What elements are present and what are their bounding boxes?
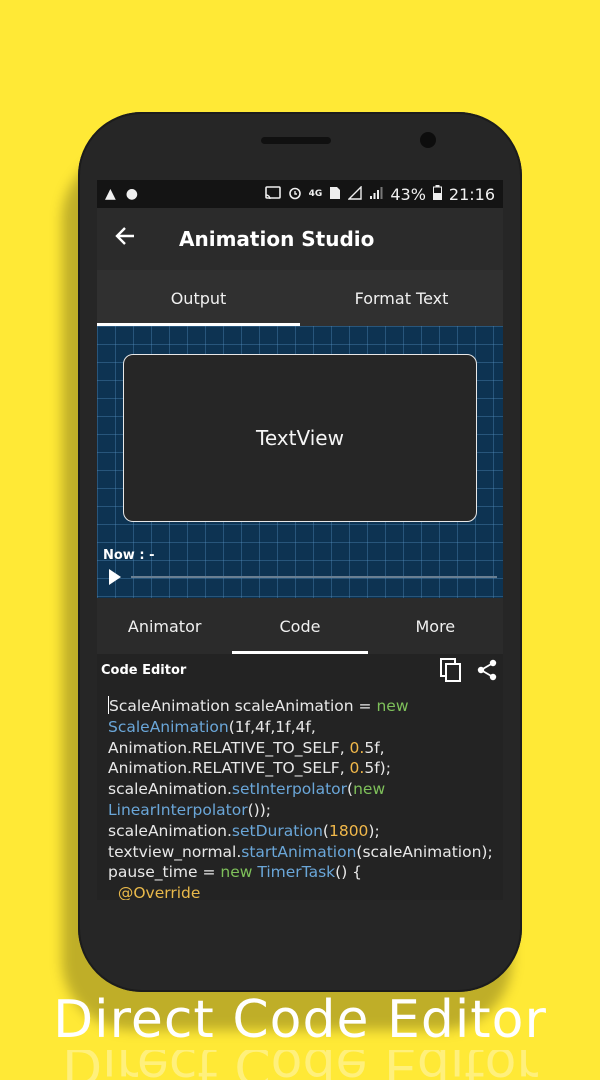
4g-icon: 4G bbox=[308, 188, 323, 199]
code-editor-header: Code Editor bbox=[97, 654, 503, 686]
code-line: pause_time = new TimerTask() { bbox=[108, 862, 493, 883]
promo-caption: Direct Code Editor bbox=[53, 990, 547, 1050]
promo-caption-reflection: Direct Code Editor bbox=[62, 1050, 538, 1080]
code-token: Animation.RELATIVE_TO_SELF, bbox=[108, 759, 350, 778]
code-token: new bbox=[353, 780, 386, 799]
code-line: @Override bbox=[108, 883, 493, 900]
battery-percent: 43% bbox=[390, 184, 426, 204]
tab-animator-label: Animator bbox=[127, 616, 202, 636]
tab-code-label: Code bbox=[279, 616, 321, 636]
code-line: ScaleAnimation scaleAnimation = new bbox=[108, 696, 493, 717]
signal-icon bbox=[369, 186, 383, 203]
code-line: Animation.RELATIVE_TO_SELF, 0.5f, bbox=[108, 738, 493, 759]
signal-empty-icon bbox=[347, 184, 363, 203]
tab-code[interactable]: Code bbox=[232, 598, 368, 654]
alarm-icon bbox=[288, 186, 302, 203]
textview-preview: TextView bbox=[123, 354, 477, 522]
textview-label: TextView bbox=[256, 426, 344, 450]
app-bar: Animation Studio bbox=[97, 208, 503, 270]
code-token: ScaleAnimation scaleAnimation = bbox=[109, 697, 377, 715]
warning-icon: ▲ bbox=[105, 186, 116, 202]
vpn-icon: ● bbox=[125, 186, 138, 202]
sim-icon bbox=[329, 186, 341, 203]
code-line: scaleAnimation.setDuration(1800); bbox=[108, 821, 493, 842]
clock: 21:16 bbox=[448, 184, 495, 204]
code-editor[interactable]: Code Editor ScaleAnimation scaleAnimatio… bbox=[97, 654, 503, 900]
output-preview: TextView Now : - bbox=[97, 326, 503, 598]
code-line: Animation.RELATIVE_TO_SELF, 0.5f); bbox=[108, 758, 493, 779]
code-token: scaleAnimation. bbox=[108, 821, 232, 840]
code-editor-title: Code Editor bbox=[101, 662, 187, 678]
seek-bar[interactable] bbox=[131, 576, 497, 578]
code-token: 5f); bbox=[364, 759, 391, 778]
code-token: 0. bbox=[349, 759, 365, 778]
app-title: Animation Studio bbox=[179, 227, 375, 251]
code-token: ScaleAnimation bbox=[108, 717, 229, 736]
code-token: startAnimation bbox=[241, 842, 357, 861]
code-token: Animation.RELATIVE_TO_SELF, bbox=[108, 738, 350, 757]
code-token: () { bbox=[335, 863, 363, 882]
code-token: (scaleAnimation); bbox=[356, 842, 493, 861]
cast-icon bbox=[264, 185, 281, 203]
code-token: @Override bbox=[108, 884, 201, 900]
tab-animator[interactable]: Animator bbox=[97, 598, 232, 654]
tab-format-text-label: Format Text bbox=[354, 288, 449, 308]
tab-output-label: Output bbox=[170, 288, 227, 308]
share-icon[interactable] bbox=[475, 658, 499, 682]
tab-more-label: More bbox=[415, 616, 456, 636]
code-token: textview_normal. bbox=[108, 842, 242, 861]
bottom-tab-bar: Animator Code More bbox=[97, 598, 503, 654]
front-camera bbox=[420, 132, 436, 148]
code-token: 1800 bbox=[328, 821, 369, 840]
code-token: pause_time = bbox=[108, 863, 221, 882]
speaker-grille bbox=[261, 137, 331, 144]
code-token: LinearInterpolator bbox=[108, 800, 248, 819]
code-token: TimerTask bbox=[257, 863, 336, 882]
play-icon[interactable] bbox=[109, 569, 121, 585]
now-label: Now : - bbox=[103, 548, 155, 563]
tab-more[interactable]: More bbox=[368, 598, 503, 654]
code-line: LinearInterpolator()); bbox=[108, 800, 493, 821]
code-token: ()); bbox=[247, 800, 271, 819]
top-tab-bar: Output Format Text bbox=[97, 270, 503, 326]
code-token: 0. bbox=[349, 738, 365, 757]
code-token: (1f,4f,1f,4f, bbox=[228, 717, 316, 736]
back-arrow-icon[interactable] bbox=[97, 225, 153, 253]
code-line: scaleAnimation.setInterpolator(new bbox=[108, 779, 493, 800]
battery-icon bbox=[432, 185, 442, 203]
code-text-area[interactable]: ScaleAnimation scaleAnimation = new Scale… bbox=[97, 686, 503, 900]
code-token: ); bbox=[368, 821, 380, 840]
code-token: setDuration bbox=[231, 821, 323, 840]
status-bar: ▲ ● 4G 43% 21:16 bbox=[97, 180, 503, 208]
code-line: ScaleAnimation(1f,4f,1f,4f, bbox=[108, 717, 493, 738]
code-token: new bbox=[376, 697, 409, 715]
code-token: setInterpolator bbox=[231, 780, 348, 799]
code-line: textview_normal.startAnimation(scaleAnim… bbox=[108, 842, 493, 863]
code-token: new bbox=[220, 863, 253, 882]
copy-icon[interactable] bbox=[439, 658, 463, 682]
code-token: 5f, bbox=[364, 738, 385, 757]
tab-output[interactable]: Output bbox=[97, 270, 300, 326]
code-token: scaleAnimation. bbox=[108, 780, 232, 799]
tab-format-text[interactable]: Format Text bbox=[300, 270, 503, 326]
app-screen: ▲ ● 4G 43% 21:16 Animation Studio Output… bbox=[97, 180, 503, 900]
